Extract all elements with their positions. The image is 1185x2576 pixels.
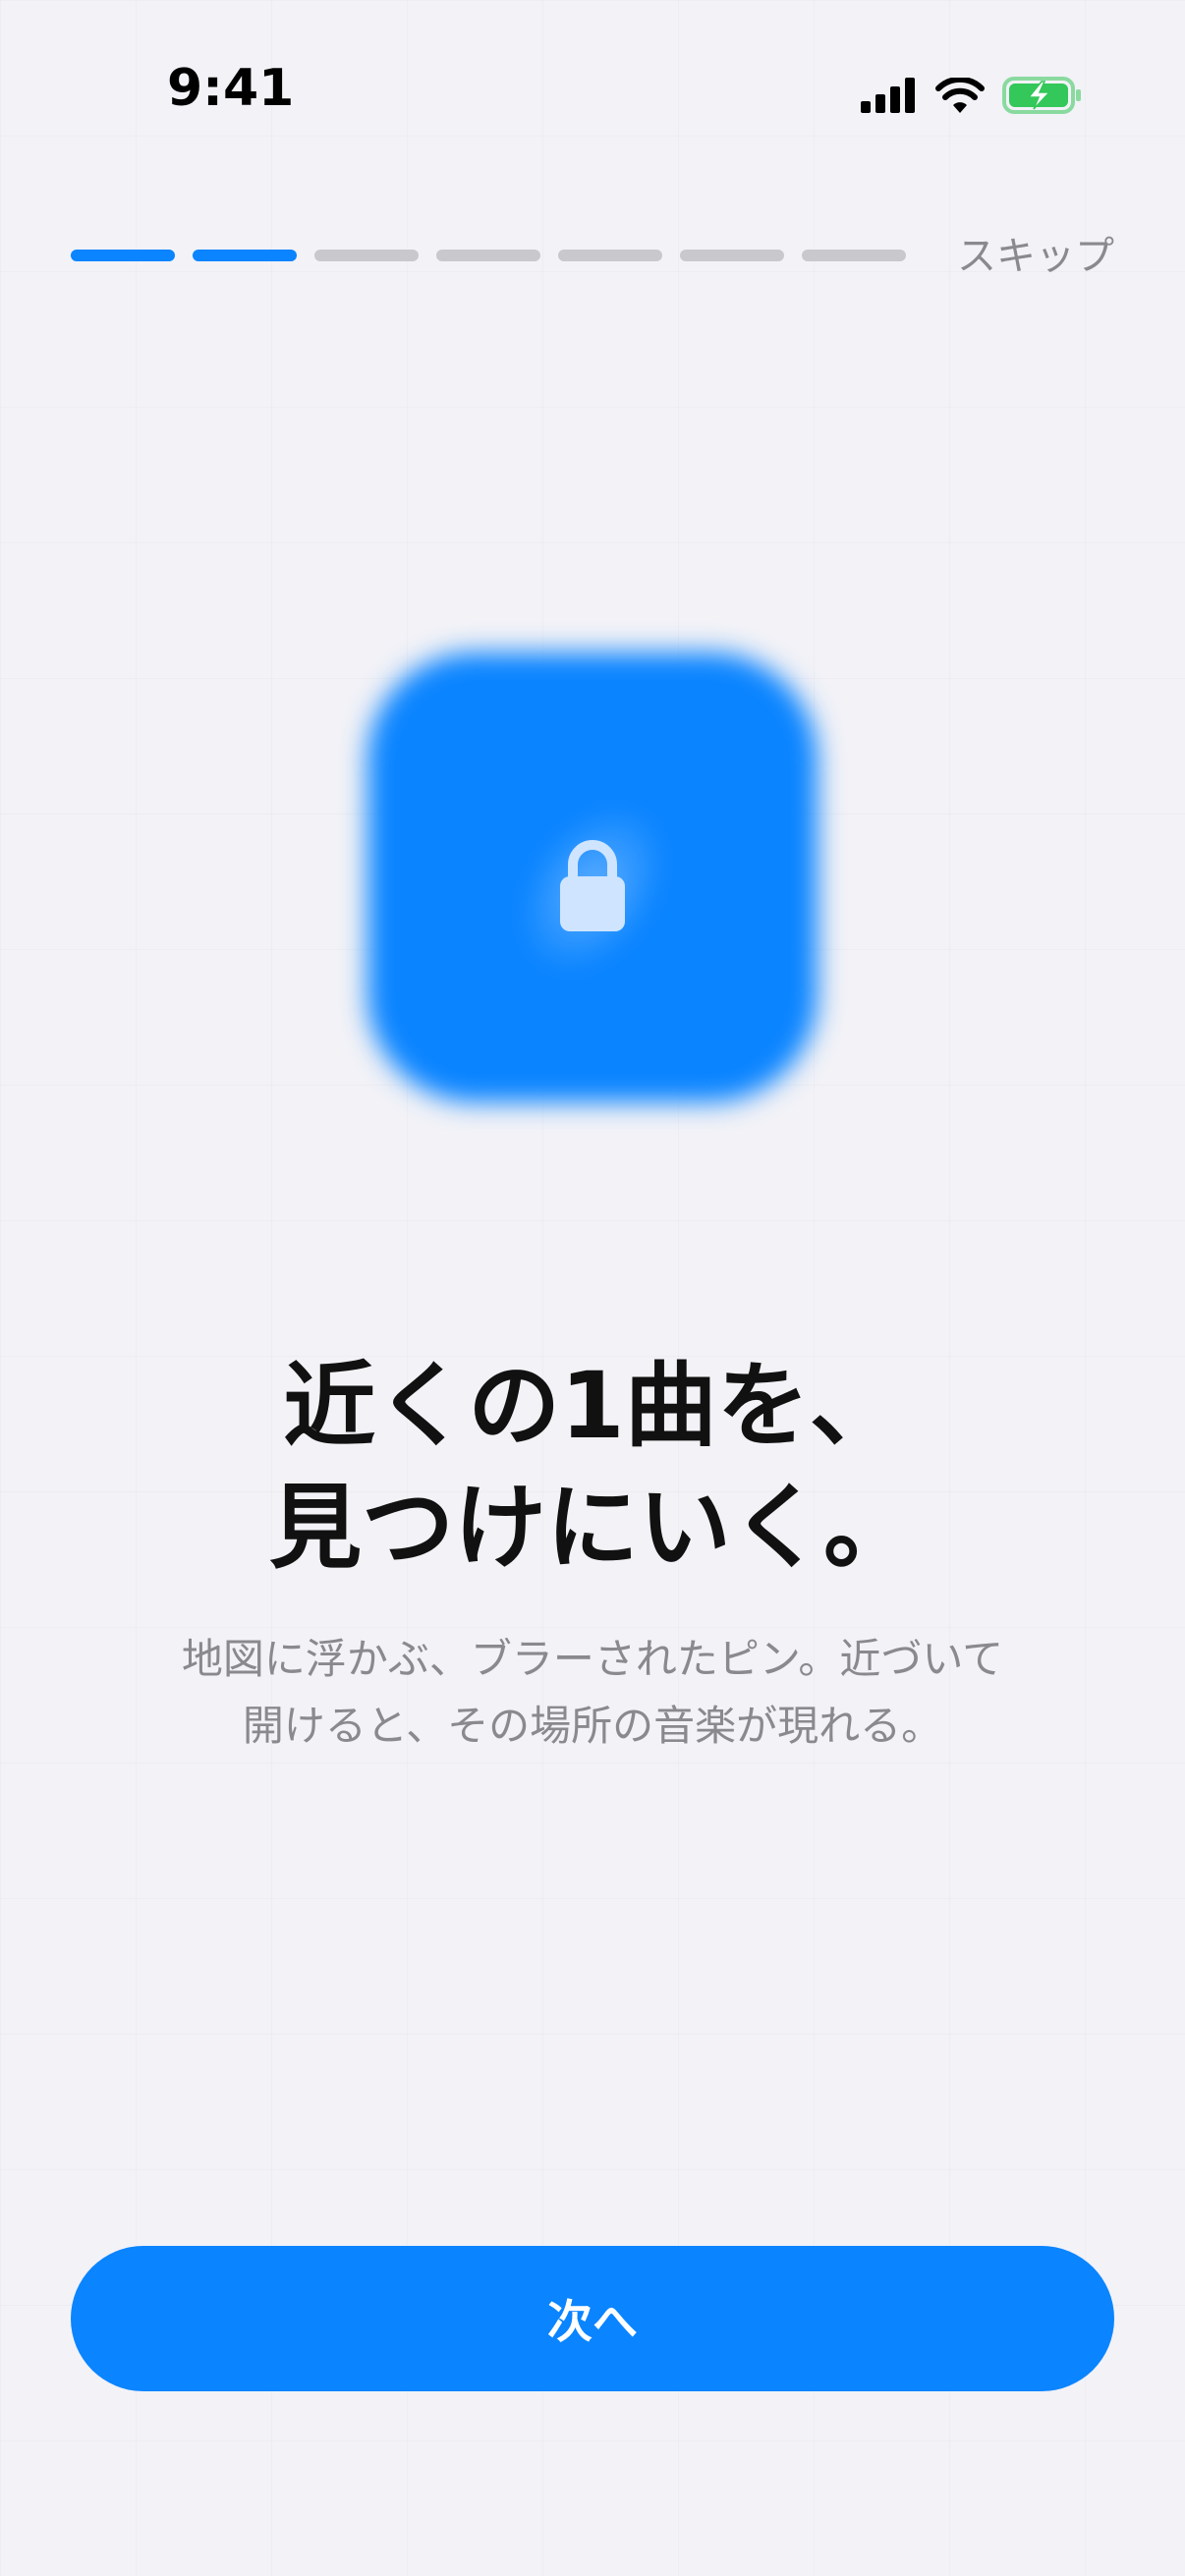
battery-charging-icon xyxy=(1002,77,1081,114)
progress-segment xyxy=(436,250,540,261)
progress-segment xyxy=(558,250,662,261)
title-line-2: 見つけにいく。 xyxy=(268,1475,916,1582)
progress-segment xyxy=(802,250,906,261)
page-description: 地図に浮かぶ、ブラーされたピン。近づいて 開けると、その場所の音楽が現れる。 xyxy=(0,1626,1185,1760)
next-button[interactable]: 次へ xyxy=(71,2246,1114,2391)
cellular-signal-icon xyxy=(861,78,915,113)
description-line-1: 地図に浮かぶ、ブラーされたピン。近づいて xyxy=(181,1635,1004,1683)
progress-segment xyxy=(314,250,419,261)
progress-segment xyxy=(193,250,297,261)
wifi-icon xyxy=(935,78,985,113)
status-icons xyxy=(861,71,1083,120)
progress-segment xyxy=(71,250,175,261)
title-line-1: 近くの1曲を、 xyxy=(283,1353,902,1460)
onboarding-screen: 9:41 スキップ 近くの1曲を、 見つけにいく。 地図に浮かぶ、ブラーされたピ… xyxy=(0,0,1185,2576)
status-bar: 9:41 xyxy=(0,0,1185,187)
description-line-2: 開けると、その場所の音楽が現れる。 xyxy=(242,1702,943,1750)
lock-icon xyxy=(560,840,625,931)
progress-segment xyxy=(680,250,784,261)
page-title: 近くの1曲を、 見つけにいく。 xyxy=(0,1346,1185,1590)
onboarding-progress xyxy=(71,250,906,263)
status-time: 9:41 xyxy=(167,59,295,118)
skip-button[interactable]: スキップ xyxy=(957,224,1114,281)
